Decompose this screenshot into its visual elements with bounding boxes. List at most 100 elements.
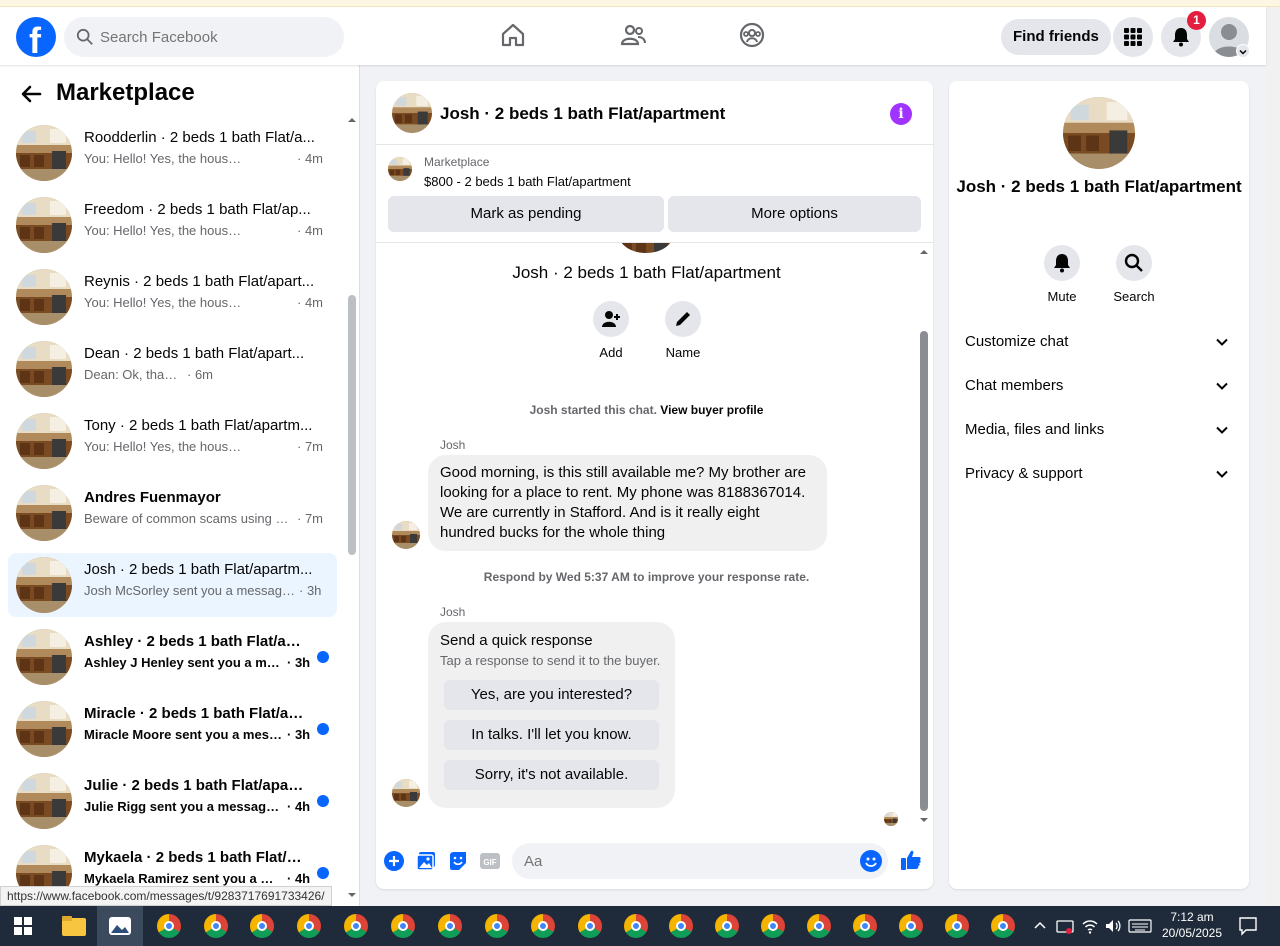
listing-label: Marketplace bbox=[424, 155, 490, 169]
scroll-down-icon[interactable] bbox=[345, 890, 359, 900]
chrome-icon[interactable] bbox=[853, 914, 877, 938]
quick-response-option[interactable]: Yes, are you interested? bbox=[444, 680, 659, 710]
listing-thumbnail bbox=[16, 413, 72, 469]
conversation-time: · 3h bbox=[287, 655, 311, 670]
message-input[interactable] bbox=[524, 843, 844, 879]
conversation-item[interactable]: Freedom · 2 beds 1 bath Flat/ap... You: … bbox=[8, 193, 337, 257]
chevron-down-icon bbox=[1216, 470, 1228, 478]
chat-title[interactable]: Josh · 2 beds 1 bath Flat/apartment bbox=[440, 104, 725, 124]
listing-price[interactable]: $800 - 2 beds 1 bath Flat/apartment bbox=[424, 174, 631, 189]
media-files-links-section[interactable]: Media, files and links bbox=[965, 419, 1233, 443]
emoji-icon[interactable] bbox=[860, 850, 882, 872]
chrome-icon[interactable] bbox=[157, 914, 181, 938]
scroll-thumb[interactable] bbox=[348, 295, 356, 555]
plus-circle-icon[interactable] bbox=[384, 851, 404, 871]
meet-now-icon[interactable] bbox=[1056, 917, 1074, 935]
search-in-chat-action[interactable]: Search bbox=[1104, 245, 1164, 304]
conversation-preview: Mykaela Ramirez sent you a me... bbox=[84, 871, 284, 886]
page-scrollbar[interactable] bbox=[1266, 7, 1280, 906]
message-thread: Josh · 2 beds 1 bath Flat/apartment Add … bbox=[376, 243, 933, 827]
more-options-button[interactable]: More options bbox=[668, 196, 921, 232]
active-app-highlight[interactable] bbox=[97, 906, 143, 946]
listing-thumbnail bbox=[16, 269, 72, 325]
conversation-item-active[interactable]: Josh · 2 beds 1 bath Flat/apartm... Josh… bbox=[8, 553, 337, 617]
windows-start-icon[interactable] bbox=[14, 917, 32, 935]
volume-icon[interactable] bbox=[1104, 917, 1122, 935]
chat-avatar[interactable] bbox=[392, 93, 432, 133]
conversation-item[interactable]: Roodderlin · 2 beds 1 bath Flat/a... You… bbox=[8, 121, 337, 185]
conversation-item[interactable]: Dean · 2 beds 1 bath Flat/apart... Dean:… bbox=[8, 337, 337, 401]
mark-as-pending-button[interactable]: Mark as pending bbox=[388, 196, 664, 232]
section-label: Customize chat bbox=[965, 333, 1069, 350]
back-arrow-icon[interactable] bbox=[20, 83, 42, 105]
chat-started-text: Josh started this chat. bbox=[529, 403, 657, 417]
search-box[interactable] bbox=[64, 17, 344, 57]
account-chevron-icon[interactable] bbox=[1236, 44, 1250, 58]
chrome-icon[interactable] bbox=[485, 914, 509, 938]
name-chat-action[interactable]: Name bbox=[653, 301, 713, 360]
chrome-icon[interactable] bbox=[669, 914, 693, 938]
chrome-icon[interactable] bbox=[391, 914, 415, 938]
scroll-down-icon[interactable] bbox=[917, 815, 931, 825]
scroll-up-icon[interactable] bbox=[917, 247, 931, 257]
gif-icon[interactable]: GIF bbox=[480, 851, 500, 871]
scroll-thumb[interactable] bbox=[920, 331, 928, 811]
scroll-up-icon[interactable] bbox=[345, 115, 359, 125]
conversation-item[interactable]: Julie · 2 beds 1 bath Flat/apart... Juli… bbox=[8, 769, 337, 833]
search-input[interactable] bbox=[100, 17, 330, 57]
sender-avatar[interactable] bbox=[392, 779, 420, 807]
photo-icon[interactable] bbox=[416, 851, 436, 871]
customize-chat-section[interactable]: Customize chat bbox=[965, 331, 1233, 355]
chrome-icon[interactable] bbox=[991, 914, 1015, 938]
add-people-action[interactable]: Add bbox=[581, 301, 641, 360]
message-input-box[interactable] bbox=[512, 843, 888, 879]
quick-response-option[interactable]: In talks. I'll let you know. bbox=[444, 720, 659, 750]
chat-scrollbar[interactable] bbox=[917, 243, 931, 827]
mute-action[interactable]: Mute bbox=[1032, 245, 1092, 304]
conversation-item[interactable]: Reynis · 2 beds 1 bath Flat/apart... You… bbox=[8, 265, 337, 329]
conversation-item[interactable]: Andres Fuenmayor Beware of common scams … bbox=[8, 481, 337, 545]
system-clock[interactable]: 7:12 am 20/05/2025 bbox=[1160, 909, 1224, 941]
tray-expand-icon[interactable] bbox=[1034, 920, 1046, 932]
conversation-time: · 3h bbox=[287, 727, 311, 742]
chrome-icon[interactable] bbox=[761, 914, 785, 938]
file-explorer-icon[interactable] bbox=[62, 915, 86, 937]
chrome-icon[interactable] bbox=[715, 914, 739, 938]
chrome-icon[interactable] bbox=[250, 914, 274, 938]
conversation-item[interactable]: Ashley · 2 beds 1 bath Flat/apa... Ashle… bbox=[8, 625, 337, 689]
conversation-time: · 7m bbox=[297, 511, 323, 526]
chrome-icon[interactable] bbox=[578, 914, 602, 938]
chrome-icon[interactable] bbox=[624, 914, 648, 938]
chrome-icon[interactable] bbox=[945, 914, 969, 938]
sender-avatar[interactable] bbox=[392, 521, 420, 549]
conversation-time: · 6m bbox=[187, 367, 213, 382]
privacy-support-section[interactable]: Privacy & support bbox=[965, 463, 1233, 487]
thumbs-up-icon[interactable] bbox=[900, 849, 922, 871]
find-friends-button[interactable]: Find friends bbox=[1001, 19, 1111, 55]
chat-members-section[interactable]: Chat members bbox=[965, 375, 1233, 399]
listing-thumbnail bbox=[16, 557, 72, 613]
menu-button[interactable] bbox=[1113, 17, 1153, 57]
friends-icon[interactable] bbox=[619, 21, 647, 49]
chrome-icon[interactable] bbox=[204, 914, 228, 938]
view-buyer-profile-link[interactable]: View buyer profile bbox=[660, 403, 763, 417]
conversation-item[interactable]: Miracle · 2 beds 1 bath Flat/ap... Mirac… bbox=[8, 697, 337, 761]
chrome-icon[interactable] bbox=[531, 914, 555, 938]
chrome-icon[interactable] bbox=[899, 914, 923, 938]
incoming-message[interactable]: Good morning, is this still available me… bbox=[428, 455, 827, 551]
quick-response-option[interactable]: Sorry, it's not available. bbox=[444, 760, 659, 790]
sidebar-scrollbar[interactable] bbox=[345, 113, 359, 906]
home-icon[interactable] bbox=[499, 21, 527, 49]
conversation-item[interactable]: Tony · 2 beds 1 bath Flat/apartm... You:… bbox=[8, 409, 337, 473]
facebook-logo[interactable]: f bbox=[16, 17, 56, 61]
wifi-icon[interactable] bbox=[1081, 917, 1099, 935]
keyboard-icon[interactable] bbox=[1128, 918, 1152, 934]
info-icon[interactable]: i bbox=[890, 103, 912, 125]
chrome-icon[interactable] bbox=[297, 914, 321, 938]
chrome-icon[interactable] bbox=[344, 914, 368, 938]
chrome-icon[interactable] bbox=[807, 914, 831, 938]
groups-icon[interactable] bbox=[738, 21, 766, 49]
sticker-icon[interactable] bbox=[448, 851, 468, 871]
chrome-icon[interactable] bbox=[438, 914, 462, 938]
notification-center-icon[interactable] bbox=[1238, 916, 1258, 936]
